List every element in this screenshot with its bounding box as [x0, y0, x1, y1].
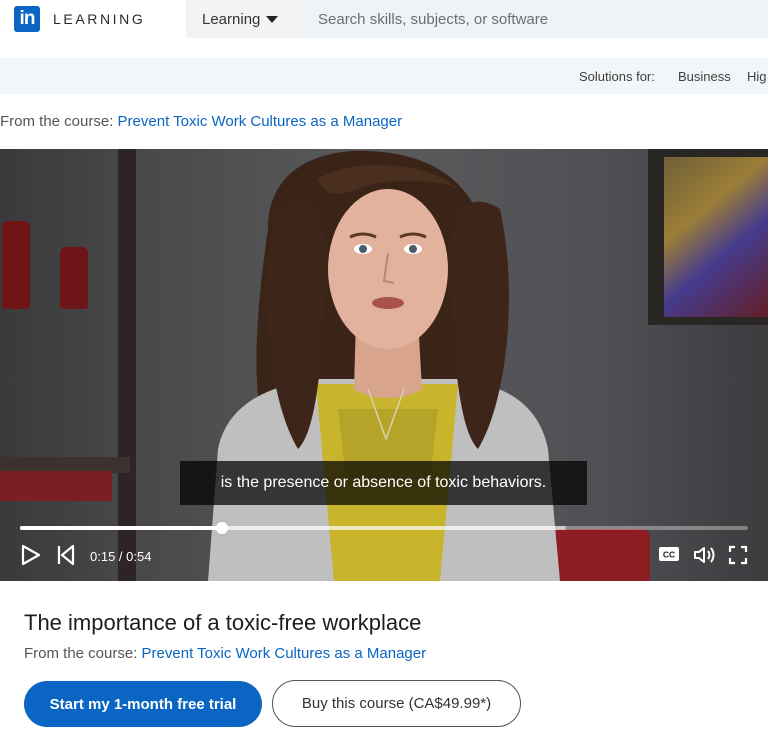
play-icon[interactable] [20, 543, 42, 567]
closed-captions-icon[interactable]: CC [658, 546, 680, 562]
solutions-link-higher-education[interactable]: Hig [747, 69, 767, 84]
top-navbar: in LEARNING Learning [0, 0, 768, 38]
solutions-bar: Solutions for: Business Hig [0, 58, 768, 94]
course-breadcrumb-top: From the course: Prevent Toxic Work Cult… [0, 113, 402, 130]
linkedin-learning-logo[interactable]: in LEARNING [14, 6, 145, 32]
course-link[interactable]: Prevent Toxic Work Cultures as a Manager [142, 645, 427, 662]
start-free-trial-button[interactable]: Start my 1-month free trial [24, 681, 262, 727]
video-time-display: 0:15 / 0:54 [90, 549, 152, 564]
video-progress-bar[interactable] [20, 522, 748, 534]
course-link-top[interactable]: Prevent Toxic Work Cultures as a Manager [118, 113, 403, 130]
learning-nav-dropdown[interactable]: Learning [186, 0, 300, 38]
fullscreen-icon[interactable] [728, 545, 748, 565]
video-progress-fill [20, 526, 223, 530]
solutions-label: Solutions for: [579, 69, 655, 84]
background-books [0, 471, 112, 501]
background-vase [2, 221, 30, 309]
nav-dropdown-label: Learning [202, 10, 261, 28]
solutions-link-business[interactable]: Business [678, 69, 731, 84]
search-input[interactable] [300, 0, 768, 38]
course-prefix: From the course: [24, 645, 142, 662]
caret-down-icon [266, 15, 279, 23]
logo-text: LEARNING [53, 11, 146, 27]
buy-course-button[interactable]: Buy this course (CA$49.99*) [272, 680, 521, 727]
background-painting [664, 157, 768, 317]
background-vase [60, 247, 88, 309]
volume-icon[interactable] [693, 545, 717, 565]
linkedin-logo-icon: in [14, 6, 40, 32]
video-title: The importance of a toxic-free workplace [24, 610, 422, 635]
course-breadcrumb: From the course: Prevent Toxic Work Cult… [24, 645, 426, 662]
skip-back-icon[interactable] [56, 543, 76, 567]
video-caption: is the presence or absence of toxic beha… [180, 461, 587, 505]
background-shelf-post [118, 149, 136, 581]
cc-label: CC [663, 550, 675, 560]
presenter-image [208, 150, 560, 581]
course-prefix: From the course: [0, 113, 118, 130]
video-player[interactable]: is the presence or absence of toxic beha… [0, 149, 768, 581]
